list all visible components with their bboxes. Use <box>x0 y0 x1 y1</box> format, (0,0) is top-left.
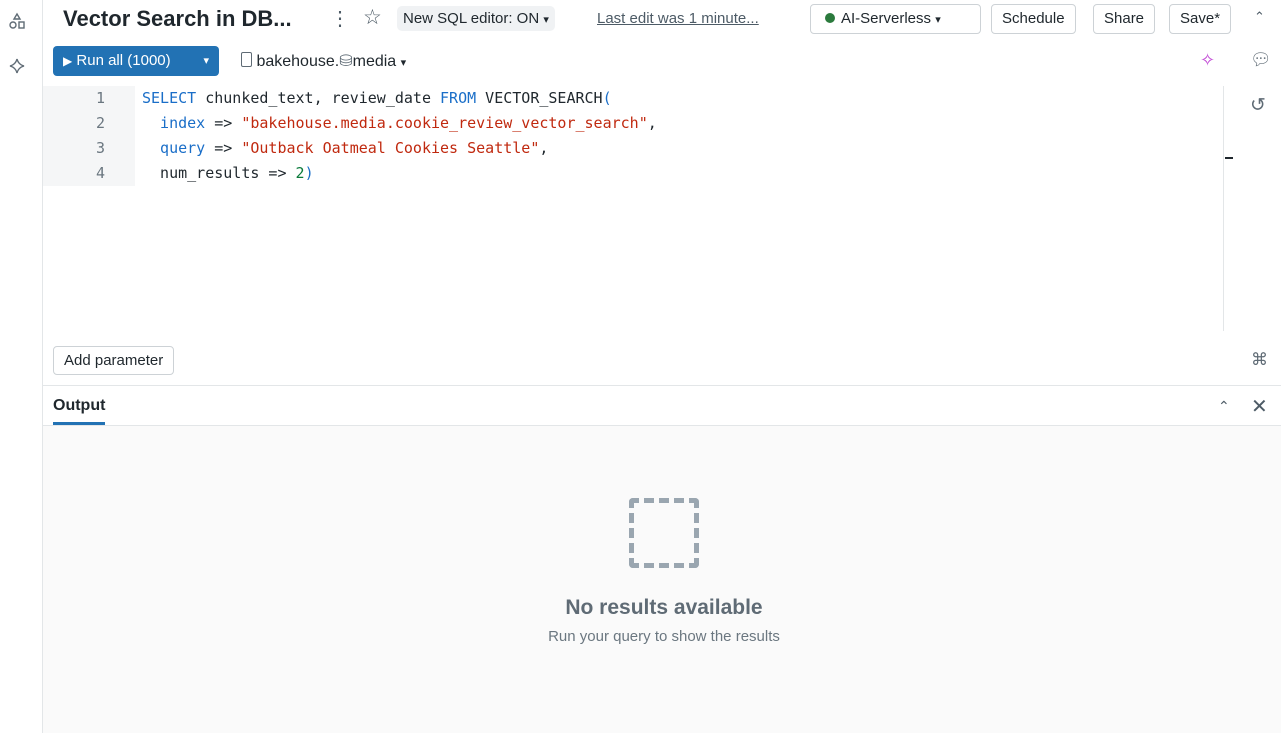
line-number: 3 <box>95 139 105 157</box>
kebab-menu-icon[interactable]: ⋮ <box>330 6 350 31</box>
paren: ( <box>602 89 612 107</box>
schema-name: media <box>352 53 397 70</box>
code-text: , <box>539 139 549 157</box>
schedule-button[interactable]: Schedule <box>991 4 1076 34</box>
editor-scrollbar[interactable] <box>1223 86 1224 331</box>
run-limit: (1000) <box>127 52 171 69</box>
code-line: num_results => 2) <box>142 164 314 182</box>
keyword: SELECT <box>142 89 197 107</box>
empty-subtitle: Run your query to show the results <box>548 628 780 645</box>
save-button[interactable]: Save* <box>1169 4 1232 34</box>
add-parameter-button[interactable]: Add parameter <box>53 346 175 375</box>
chevron-down-icon: ▾ <box>400 57 407 69</box>
keyword: index <box>142 114 206 132</box>
code-text: , <box>647 114 657 132</box>
chevron-down-icon: ▾ <box>543 14 549 26</box>
ai-assistant-icon[interactable]: ✧ <box>1200 50 1215 71</box>
star-icon[interactable]: ☆ <box>363 5 382 30</box>
database-icon: ⛁ <box>339 53 353 70</box>
assistant-sparkle-icon[interactable] <box>8 57 26 75</box>
code-text: => <box>205 114 242 132</box>
keyword: FROM <box>440 89 477 107</box>
sql-editor[interactable]: 1 2 3 4 SELECT chunked_text, review_date… <box>43 86 1223 331</box>
code-line: query => "Outback Oatmeal Cookies Seattl… <box>142 139 548 157</box>
new-sql-editor-toggle[interactable]: New SQL editor: ON ▾ <box>397 6 555 31</box>
catalog-icon <box>241 52 252 67</box>
tab-output[interactable]: Output <box>53 397 106 425</box>
chevron-down-icon: ▾ <box>935 14 941 26</box>
keyboard-shortcuts-icon[interactable]: ⌘ <box>1251 350 1268 370</box>
collapse-output-icon[interactable]: ⌃ <box>1218 398 1230 415</box>
divider <box>43 385 1281 386</box>
scroll-marker <box>1225 157 1233 159</box>
status-dot-icon <box>825 13 835 23</box>
compute-selector[interactable]: AI-Serverless ▾ <box>810 4 981 34</box>
chevron-down-icon[interactable]: ▾ <box>203 46 209 76</box>
number: 2 <box>295 164 305 182</box>
comments-icon[interactable]: 💬︎ <box>1250 50 1272 70</box>
catalog-schema-selector[interactable]: bakehouse.⛁media ▾ <box>241 51 406 71</box>
run-all-button[interactable]: ▶ Run all (1000) ▾ <box>53 46 219 76</box>
close-output-icon[interactable]: ✕ <box>1251 394 1268 419</box>
code-text: VECTOR_SEARCH <box>476 89 603 107</box>
line-number: 2 <box>95 114 105 132</box>
catalog-name: bakehouse <box>256 53 335 70</box>
line-gutter: 1 2 3 4 <box>43 86 135 186</box>
empty-title: No results available <box>565 596 763 619</box>
shapes-icon[interactable] <box>8 12 26 30</box>
toggle-label: New SQL editor: ON <box>403 10 540 27</box>
compute-label: AI-Serverless <box>841 10 932 27</box>
string: "Outback Oatmeal Cookies Seattle" <box>241 139 540 157</box>
code-line: index => "bakehouse.media.cookie_review_… <box>142 114 657 132</box>
history-icon[interactable]: ↺ <box>1250 94 1266 117</box>
line-number: 1 <box>95 89 105 107</box>
line-number: 4 <box>95 164 105 182</box>
collapse-header-icon[interactable]: ⌃ <box>1254 9 1265 25</box>
code-text: chunked_text, review_date <box>196 89 441 107</box>
string: "bakehouse.media.cookie_review_vector_se… <box>241 114 648 132</box>
share-button[interactable]: Share <box>1093 4 1156 34</box>
output-panel: No results available Run your query to s… <box>43 426 1281 733</box>
empty-results-icon <box>629 498 699 568</box>
keyword: query <box>142 139 206 157</box>
code-text: num_results => <box>142 164 296 182</box>
code-line: SELECT chunked_text, review_date FROM VE… <box>142 89 612 107</box>
paren: ) <box>304 164 314 182</box>
last-edit-link[interactable]: Last edit was 1 minute... <box>597 10 759 27</box>
play-icon: ▶ <box>63 54 73 68</box>
left-sidebar <box>0 0 43 733</box>
run-label: Run all <box>76 52 124 69</box>
code-text: => <box>205 139 242 157</box>
page-title[interactable]: Vector Search in DB... <box>63 6 292 32</box>
